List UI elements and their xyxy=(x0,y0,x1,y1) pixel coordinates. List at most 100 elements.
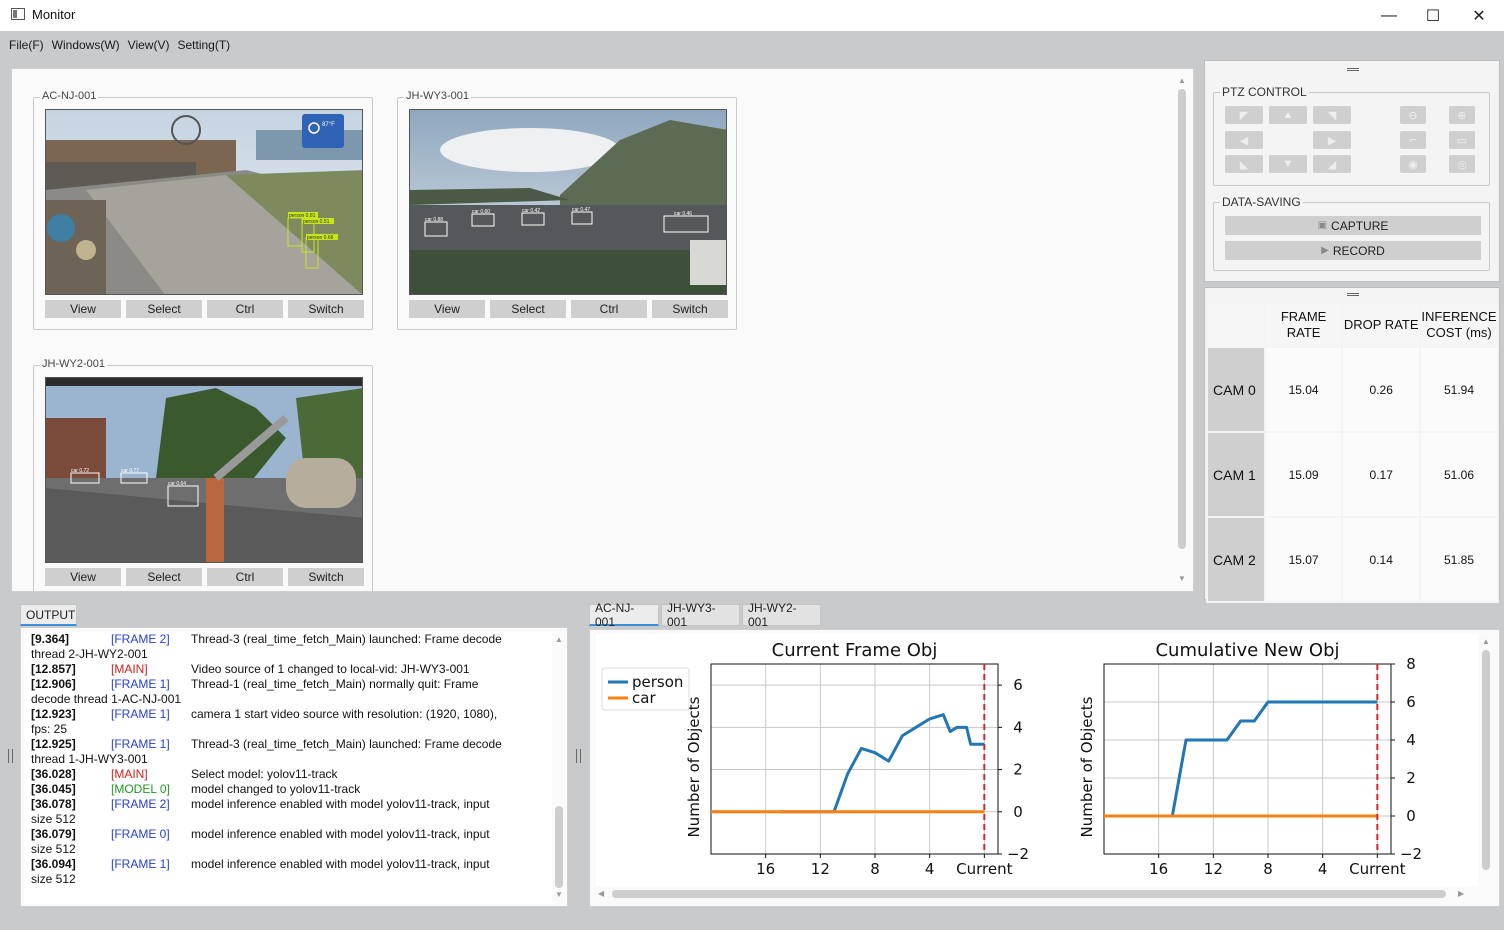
ptz-down-button[interactable]: ▼ xyxy=(1269,155,1307,173)
x-tick-label: Current xyxy=(1349,860,1405,878)
cell-frame-rate: 15.07 xyxy=(1263,516,1344,603)
ptz-down-left-button[interactable]: ◣ xyxy=(1225,155,1263,173)
camera-panel-scrollbar[interactable]: ▲ ▼ xyxy=(1175,77,1189,585)
scroll-thumb[interactable] xyxy=(1178,89,1186,549)
log-tag: [MAIN] xyxy=(111,767,148,781)
scroll-down-arrow-icon[interactable]: ▼ xyxy=(554,891,564,899)
camera-view-1[interactable]: car 0.88 car 0.60 car 0.42 car 0.47 car … xyxy=(409,109,727,295)
record-button[interactable]: ▶ RECORD xyxy=(1225,241,1481,260)
status-bar xyxy=(0,912,1504,930)
header-frame-rate: FRAME RATE xyxy=(1263,302,1344,348)
chart-vertical-scrollbar[interactable]: ▲ xyxy=(1479,638,1493,882)
select-button[interactable]: Select xyxy=(126,300,202,318)
scroll-left-arrow-icon[interactable]: ◀ xyxy=(598,889,604,898)
parking-lot-scene-image: car 0.88 car 0.60 car 0.42 car 0.47 car … xyxy=(410,110,726,294)
switch-button[interactable]: Switch xyxy=(288,568,364,586)
select-button[interactable]: Select xyxy=(126,568,202,586)
ptz-right-button[interactable]: ▶ xyxy=(1313,131,1351,149)
splitter-handle-icon[interactable] xyxy=(8,749,13,763)
log-line: [9.364] [FRAME 2] Thread-3 (real_time_fetc… xyxy=(24,632,552,647)
scroll-thumb[interactable] xyxy=(555,806,563,888)
log-message: Video source of 1 changed to local-vid: … xyxy=(191,662,470,676)
tab-jh-wy3-001[interactable]: JH-WY3-001 xyxy=(661,601,740,629)
scroll-down-arrow-icon[interactable]: ▼ xyxy=(1177,575,1187,583)
y-tick-label: −2 xyxy=(1007,845,1029,863)
ptz-up-right-button[interactable]: ◥ xyxy=(1313,106,1351,124)
switch-button[interactable]: Switch xyxy=(288,300,364,318)
camera-view-0[interactable]: 87°F person 0.81 person 0.51 person 0.66 xyxy=(45,109,363,295)
chart-horizontal-scrollbar[interactable]: ◀ ▶ xyxy=(598,888,1466,900)
camera-group-1: JH-WY3-001 car 0.88 car 0.60 car 0.42 ca… xyxy=(397,90,737,330)
x-tick-label: 8 xyxy=(870,860,880,878)
scroll-up-arrow-icon[interactable]: ▲ xyxy=(554,636,564,644)
tab-ac-nj-001[interactable]: AC-NJ-001 xyxy=(589,601,659,629)
ptz-left-button[interactable]: ◀ xyxy=(1225,131,1263,149)
ctrl-button[interactable]: Ctrl xyxy=(207,568,283,586)
menu-setting[interactable]: Setting(T) xyxy=(177,38,230,52)
view-button[interactable]: View xyxy=(409,300,485,318)
row-header-cam: CAM 1 xyxy=(1206,431,1266,518)
y-tick-label: 2 xyxy=(1406,769,1416,787)
focus-near-icon[interactable]: ⌐ xyxy=(1400,131,1426,149)
splitter-handle-icon[interactable] xyxy=(576,749,581,763)
scroll-right-arrow-icon[interactable]: ▶ xyxy=(1458,889,1464,898)
tab-output[interactable]: OUTPUT xyxy=(20,604,77,626)
select-button[interactable]: Select xyxy=(490,300,566,318)
maximize-button[interactable]: ☐ xyxy=(1410,0,1456,31)
scroll-up-arrow-icon[interactable]: ▲ xyxy=(1177,77,1187,85)
scroll-thumb[interactable] xyxy=(1482,650,1490,870)
cell-drop-rate: 0.26 xyxy=(1341,346,1421,433)
log-message: model inference enabled with model yolov… xyxy=(191,857,490,871)
table-row: CAM 0 15.04 0.26 51.94 xyxy=(1206,346,1500,433)
x-tick-label: Current xyxy=(956,860,1012,878)
weather-overlay: 87°F xyxy=(322,122,335,128)
iris-close-icon[interactable]: ◉ xyxy=(1400,155,1426,173)
y-tick-label: 0 xyxy=(1406,807,1416,825)
log-timestamp: [36.079] xyxy=(31,827,76,841)
data-saving-title: DATA-SAVING xyxy=(1220,195,1303,209)
scroll-up-arrow-icon[interactable]: ▲ xyxy=(1481,638,1491,646)
dock-handle-icon[interactable] xyxy=(1205,288,1501,300)
capture-button[interactable]: ▣ CAPTURE xyxy=(1225,216,1481,235)
iris-open-icon[interactable]: ◎ xyxy=(1449,155,1475,173)
switch-button[interactable]: Switch xyxy=(652,300,728,318)
view-button[interactable]: View xyxy=(45,300,121,318)
y-tick-label: 4 xyxy=(1013,718,1023,736)
street-scene-image: car 0.72 car 0.77 car 0.64 xyxy=(46,378,362,562)
zoom-out-icon[interactable]: ⊖ xyxy=(1400,106,1426,124)
tab-jh-wy2-001[interactable]: JH-WY2-001 xyxy=(742,601,821,629)
focus-far-icon[interactable]: ▭ xyxy=(1449,131,1475,149)
menu-view[interactable]: View(V) xyxy=(128,38,170,52)
log-line: [12.923] [FRAME 1] camera 1 start video so… xyxy=(24,707,552,722)
log-timestamp: [12.906] xyxy=(31,677,76,691)
ptz-up-left-button[interactable]: ◤ xyxy=(1225,106,1263,124)
chart-title: Cumulative New Obj xyxy=(1155,640,1339,661)
log-line: [36.094] [FRAME 1] model inference enabled… xyxy=(24,857,552,872)
minimize-button[interactable]: — xyxy=(1366,0,1412,31)
y-tick-label: 2 xyxy=(1013,761,1023,779)
log-tag: [FRAME 2] xyxy=(111,797,170,811)
camera-view-2[interactable]: car 0.72 car 0.77 car 0.64 xyxy=(45,377,363,563)
dock-handle-icon[interactable] xyxy=(1205,63,1501,75)
zoom-in-icon[interactable]: ⊕ xyxy=(1449,106,1475,124)
log-message: model inference enabled with model yolov… xyxy=(191,827,490,841)
log-message: Select model: yolov11-track xyxy=(191,767,338,781)
output-scrollbar[interactable]: ▲ ▼ xyxy=(553,636,565,900)
ctrl-button[interactable]: Ctrl xyxy=(571,300,647,318)
ptz-down-right-button[interactable]: ◢ xyxy=(1313,155,1351,173)
log-line: [36.028] [MAIN] Select model: yolov11-trac… xyxy=(24,767,552,782)
det-label: person 0.66 xyxy=(307,235,334,241)
y-tick-label: 6 xyxy=(1406,693,1416,711)
view-button[interactable]: View xyxy=(45,568,121,586)
log-timestamp: [12.923] xyxy=(31,707,76,721)
ptz-up-button[interactable]: ▲ xyxy=(1269,106,1307,124)
log-line: [36.078] [FRAME 2] model inference enabled… xyxy=(24,797,552,812)
log-continuation: size 512 xyxy=(31,872,76,886)
menu-file[interactable]: File(F) xyxy=(9,38,44,52)
scroll-thumb[interactable] xyxy=(612,890,1446,898)
ctrl-button[interactable]: Ctrl xyxy=(207,300,283,318)
close-button[interactable]: ✕ xyxy=(1456,0,1502,31)
menu-windows[interactable]: Windows(W) xyxy=(52,38,120,52)
chart-area: 16 12 8 4 Current −2 0 2 4 6 Current Frame Obj Numb… xyxy=(596,634,1478,886)
y-tick-label: −2 xyxy=(1400,845,1422,863)
